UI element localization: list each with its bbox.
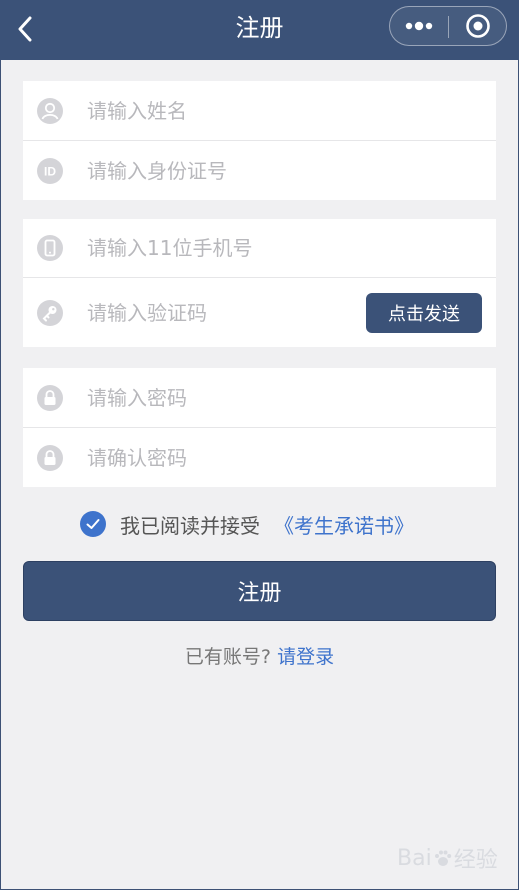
name-input[interactable] bbox=[85, 81, 486, 140]
checkmark-icon bbox=[86, 519, 100, 529]
verification-code-input[interactable] bbox=[85, 278, 346, 347]
agreement-row: 我已阅读并接受 《考生承诺书》 bbox=[80, 508, 414, 540]
agreement-text: 我已阅读并接受 bbox=[120, 513, 260, 538]
idcard-input[interactable] bbox=[85, 141, 486, 200]
user-icon bbox=[37, 97, 63, 124]
lock-icon bbox=[37, 384, 63, 411]
mini-program-capsule bbox=[389, 6, 507, 46]
paw-icon bbox=[434, 850, 451, 866]
register-button[interactable]: 注册 bbox=[23, 561, 496, 621]
lock-icon bbox=[37, 444, 63, 471]
login-prompt-text: 已有账号? bbox=[184, 646, 272, 668]
phone-group: 点击发送 bbox=[23, 219, 496, 347]
baidu-watermark: Bai 经验 bbox=[397, 838, 509, 878]
password-group bbox=[23, 368, 496, 487]
identity-group: ID bbox=[23, 81, 496, 200]
promise-letter-link[interactable]: 《考生承诺书》 bbox=[274, 510, 414, 539]
password-input[interactable] bbox=[85, 368, 486, 427]
agreement-checkbox[interactable] bbox=[80, 511, 106, 537]
confirm-password-row bbox=[23, 428, 496, 487]
target-close-icon bbox=[466, 14, 490, 38]
idcard-row: ID bbox=[23, 141, 496, 200]
id-card-icon-text: ID bbox=[44, 164, 56, 178]
code-row: 点击发送 bbox=[23, 278, 496, 347]
phone-row bbox=[23, 219, 496, 278]
close-button[interactable] bbox=[449, 7, 507, 45]
confirm-password-input[interactable] bbox=[85, 428, 486, 487]
login-link[interactable]: 请登录 bbox=[277, 646, 334, 668]
send-code-button[interactable]: 点击发送 bbox=[366, 292, 482, 333]
phone-icon bbox=[37, 235, 63, 261]
nav-bar: 注册 bbox=[0, 0, 519, 60]
watermark-brand: Bai bbox=[397, 845, 432, 871]
phone-input[interactable] bbox=[85, 219, 486, 277]
more-dots-icon bbox=[405, 21, 433, 31]
password-row bbox=[23, 368, 496, 428]
more-button[interactable] bbox=[390, 7, 448, 45]
key-icon bbox=[37, 299, 63, 326]
login-prompt: 已有账号? 请登录 bbox=[0, 642, 519, 669]
id-card-icon: ID bbox=[37, 157, 63, 184]
name-row bbox=[23, 81, 496, 141]
watermark-suffix: 经验 bbox=[453, 848, 498, 873]
